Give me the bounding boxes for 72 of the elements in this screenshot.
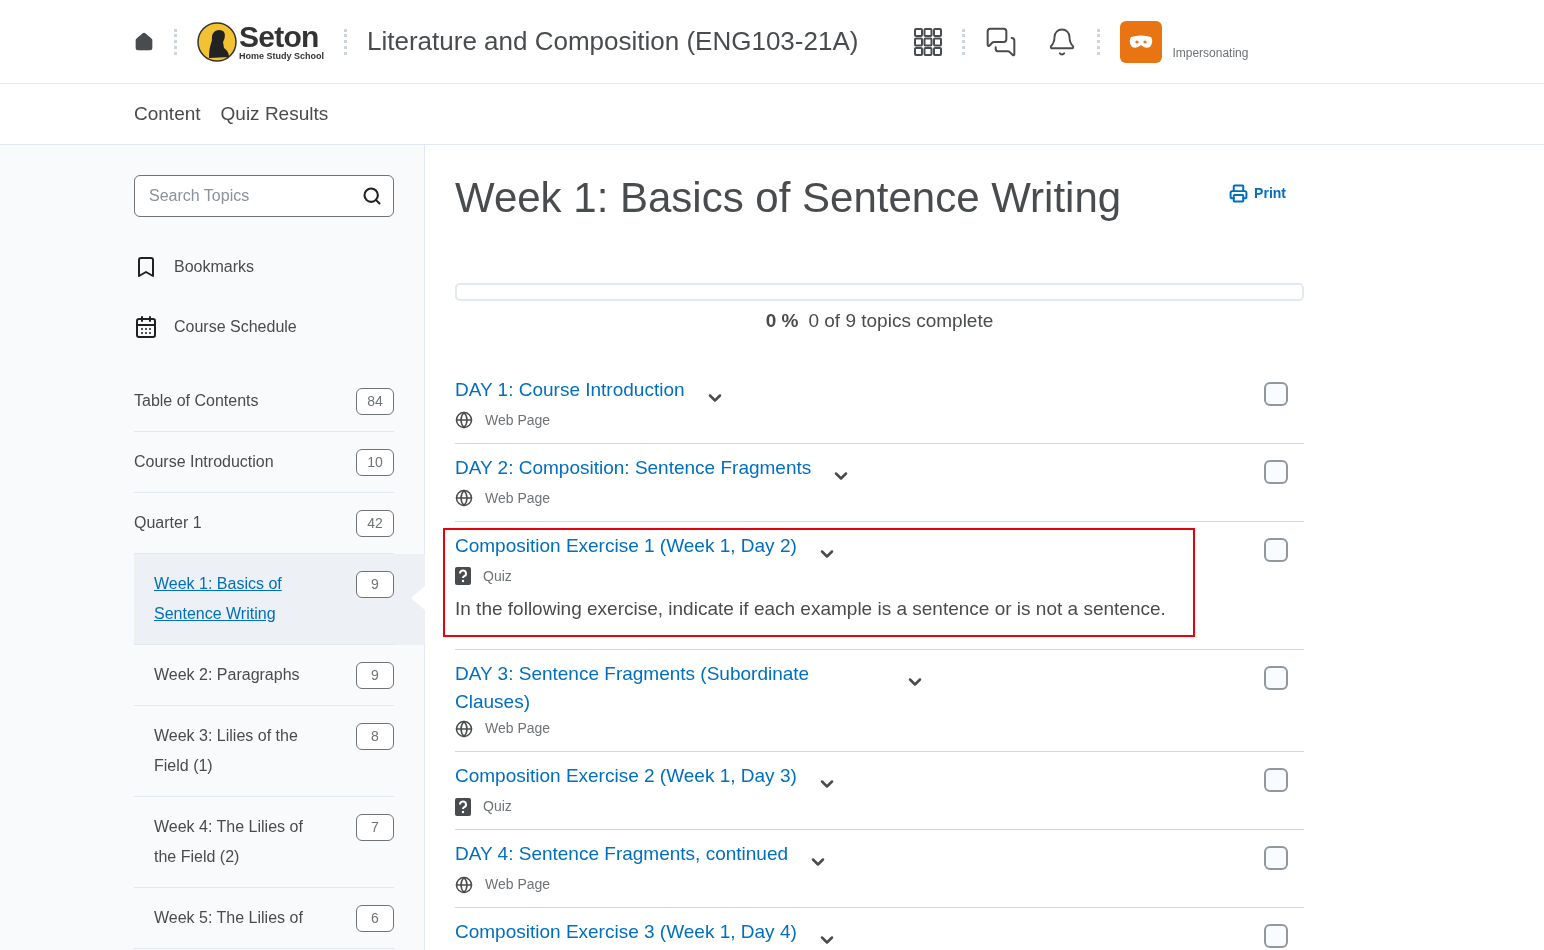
toc-item[interactable]: Week 4: The Lilies of the Field (2) 7 <box>134 797 425 888</box>
globe-icon <box>455 719 473 738</box>
sidebar-link[interactable]: Bookmarks <box>174 255 255 279</box>
toc-item-label: Course Introduction <box>134 452 274 472</box>
topic-link[interactable]: DAY 2: Composition: Sentence Fragments <box>455 453 812 482</box>
impersonation-badge[interactable] <box>1120 20 1163 63</box>
calendar-icon[interactable] <box>134 315 158 339</box>
completion-checkbox[interactable] <box>1264 537 1288 562</box>
printer-icon <box>1229 184 1249 203</box>
topic-count: 42 <box>356 510 394 537</box>
topic-link[interactable]: DAY 1: Course Introduction <box>455 375 685 404</box>
topic-link[interactable]: DAY 4: Sentence Fragments, continued <box>455 840 789 868</box>
toc-item-label: Week 2: Paragraphs <box>154 665 300 685</box>
topic-type: Web Page <box>485 719 551 738</box>
logo-emblem-icon[interactable] <box>197 21 237 62</box>
topic-link[interactable]: Composition Exercise 3 (Week 1, Day 4) <box>455 918 797 946</box>
completion-checkbox[interactable] <box>1264 381 1288 406</box>
search-icon[interactable] <box>362 186 382 206</box>
globe-icon <box>455 489 473 507</box>
toc-item[interactable]: Week 1: Basics of Sentence Writing 9 <box>134 554 425 645</box>
topic-description: In the following exercise, indicate if each example is a sentence or is not a sentence. <box>455 596 1167 621</box>
globe-icon <box>455 411 473 429</box>
topic-type: Web Page <box>485 488 551 508</box>
toc-item-label: Week 5: The Lilies of <box>154 908 303 928</box>
completion-checkbox[interactable] <box>1264 846 1288 870</box>
topic-count: 9 <box>356 571 394 598</box>
nav-link[interactable]: Quiz Results <box>220 99 329 129</box>
topic-link[interactable]: Composition Exercise 2 (Week 1, Day 3) <box>455 762 797 790</box>
home-icon[interactable] <box>134 31 154 52</box>
toc-item[interactable]: Week 5: The Lilies of 6 <box>134 888 425 949</box>
topic-link[interactable]: Composition Exercise 1 (Week 1, Day 2) <box>455 531 797 560</box>
topic-count: 84 <box>356 388 394 415</box>
toc-item-label: Week 4: The Lilies of the Field (2) <box>154 817 304 867</box>
completion-checkbox[interactable] <box>1264 768 1288 792</box>
globe-icon <box>455 875 473 894</box>
app-grid-icon[interactable] <box>914 27 943 56</box>
toc-item-label: Week 3: Lilies of the Field (1) <box>154 726 299 776</box>
toc-item-label: Quarter 1 <box>134 513 202 533</box>
completion-checkbox[interactable] <box>1264 666 1288 690</box>
topic-type: Web Page <box>485 875 551 894</box>
toc-item[interactable]: Week 3: Lilies of the Field (1) 8 <box>134 706 425 797</box>
impersonating-label: Impersonating <box>1172 44 1249 62</box>
nav-link[interactable]: Content <box>134 99 201 129</box>
page-title: Week 1: Basics of Sentence Writing <box>455 173 1122 223</box>
progress-percent: 0 % <box>765 309 799 333</box>
search-field[interactable]: Search Topics <box>134 175 394 217</box>
topic-count: 10 <box>356 449 394 476</box>
question-icon <box>455 567 471 585</box>
logo-tagline: Home Study School <box>239 52 324 61</box>
topic-type: Web Page <box>485 410 551 430</box>
progress-summary: 0 of 9 topics complete <box>808 309 994 333</box>
completion-checkbox[interactable] <box>1264 924 1288 948</box>
topic-count: 9 <box>356 662 394 689</box>
course-title[interactable]: Literature and Composition (ENG103-21A) <box>367 22 859 61</box>
logo-wordmark: Seton <box>239 22 319 52</box>
topic-link[interactable]: DAY 3: Sentence Fragments (Subordinate Clauses) <box>455 660 885 716</box>
topic-count: 6 <box>356 905 394 932</box>
completion-checkbox[interactable] <box>1264 459 1288 484</box>
messages-icon[interactable] <box>985 25 1018 58</box>
toc-item[interactable]: Course Introduction 10 <box>134 432 425 493</box>
topic-type: Quiz <box>483 566 512 586</box>
toc-item[interactable]: Table of Contents 84 <box>134 371 425 432</box>
toc-item[interactable]: Week 2: Paragraphs 9 <box>134 645 425 706</box>
topic-count: 7 <box>356 814 394 841</box>
topic-count: 8 <box>356 723 394 750</box>
toc-item-label: Table of Contents <box>134 391 259 411</box>
topic-type: Quiz <box>483 797 512 816</box>
print-link[interactable]: Print <box>1229 183 1286 204</box>
question-icon <box>455 797 471 816</box>
mask-icon <box>1129 34 1154 49</box>
toc-item-label: Week 1: Basics of Sentence Writing <box>154 574 283 624</box>
sidebar-link[interactable]: Course Schedule <box>174 315 297 339</box>
